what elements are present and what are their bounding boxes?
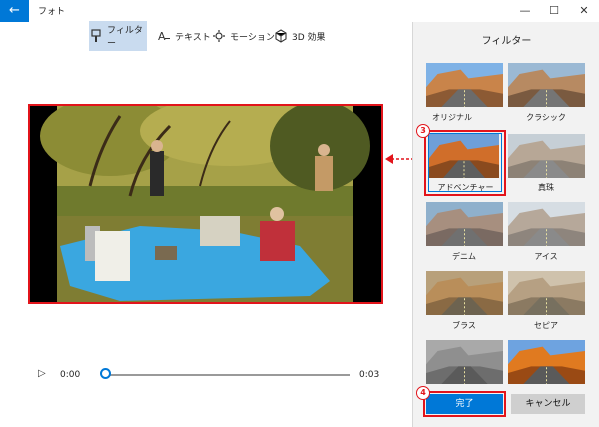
step-4-badge: 4 xyxy=(416,386,430,400)
filter-label: ブラス xyxy=(452,321,476,330)
filter-thumbnail[interactable] xyxy=(508,134,585,178)
end-time: 0:03 xyxy=(359,370,380,380)
tab-3d-effects[interactable]: 3D 効果 xyxy=(274,22,326,50)
filter-thumbnail[interactable] xyxy=(508,340,585,384)
title-bar: ← フォト — ☐ ✕ xyxy=(0,0,599,22)
filter-label: デニム xyxy=(452,252,476,261)
filter-icon xyxy=(89,29,103,43)
tab-motion-label: モーション xyxy=(230,32,275,43)
filter-thumbnail[interactable] xyxy=(508,202,585,246)
minimize-button[interactable]: — xyxy=(510,0,540,22)
photo-preview xyxy=(28,104,383,304)
tab-3d-effects-label: 3D 効果 xyxy=(292,32,326,43)
panel-title: フィルター xyxy=(481,36,532,47)
filter-thumbnail[interactable] xyxy=(426,340,503,384)
filter-label: 真珠 xyxy=(538,183,554,192)
canyon-road-image xyxy=(508,63,585,107)
filter-label: オリジナル xyxy=(432,113,472,122)
filter-label: クラシック xyxy=(526,113,566,122)
photo-image xyxy=(30,106,381,302)
canyon-road-image xyxy=(426,63,503,107)
motion-icon xyxy=(212,29,226,43)
play-icon[interactable]: ▷ xyxy=(38,368,46,379)
filter-label: セピア xyxy=(534,321,558,330)
canyon-road-image xyxy=(508,134,585,178)
selected-filter-border xyxy=(428,133,502,192)
seek-track[interactable] xyxy=(106,374,350,376)
tab-filter[interactable]: フィルター xyxy=(89,21,147,51)
filter-thumbnail[interactable] xyxy=(508,271,585,315)
filter-thumbnail[interactable] xyxy=(426,271,503,315)
canyon-road-image xyxy=(426,202,503,246)
playback-bar: ▷ 0:00 0:03 xyxy=(0,360,412,390)
filter-thumbnail[interactable] xyxy=(508,63,585,107)
3d-effects-icon xyxy=(274,29,288,43)
svg-text:A: A xyxy=(158,30,166,43)
maximize-button[interactable]: ☐ xyxy=(539,0,569,22)
current-time: 0:00 xyxy=(60,370,81,380)
canyon-road-image xyxy=(426,271,503,315)
back-arrow-icon: ← xyxy=(9,3,20,18)
back-button[interactable]: ← xyxy=(0,0,29,22)
canyon-road-image xyxy=(508,271,585,315)
filter-thumbnail[interactable] xyxy=(426,202,503,246)
canyon-road-image xyxy=(508,202,585,246)
tab-text-label: テキスト xyxy=(175,32,211,43)
app-title: フォト xyxy=(38,7,66,17)
seek-handle[interactable] xyxy=(100,368,111,379)
filter-label: アイス xyxy=(534,252,558,261)
canyon-road-image xyxy=(426,340,503,384)
tab-text[interactable]: A テキスト xyxy=(157,22,211,50)
text-icon: A xyxy=(157,29,171,43)
tab-motion[interactable]: モーション xyxy=(212,22,275,50)
done-button-highlight xyxy=(423,391,506,417)
filter-thumbnail[interactable] xyxy=(426,63,503,107)
close-button[interactable]: ✕ xyxy=(569,0,599,22)
canyon-road-image xyxy=(508,340,585,384)
tab-filter-label: フィルター xyxy=(107,26,143,49)
step-3-badge: 3 xyxy=(416,124,430,138)
cancel-button[interactable]: キャンセル xyxy=(511,394,585,414)
